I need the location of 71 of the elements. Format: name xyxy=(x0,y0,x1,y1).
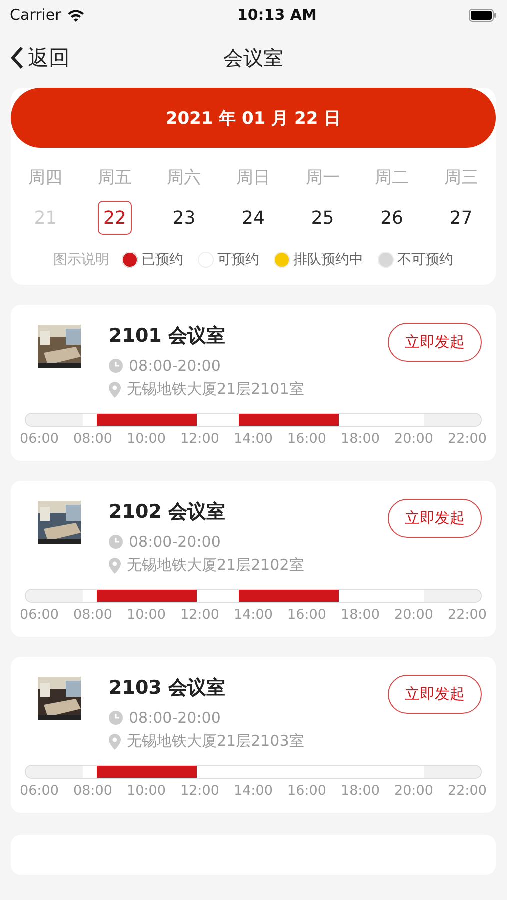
start-meeting-button[interactable]: 立即发起 xyxy=(388,323,482,362)
legend-label: 不可预约 xyxy=(398,251,454,269)
time-tick: 12:00 xyxy=(180,607,220,623)
legend-label: 可预约 xyxy=(218,251,260,269)
room-name: 2102 会议室 xyxy=(109,500,226,525)
legend-title: 图示说明 xyxy=(54,251,110,269)
room-hours: 08:00-20:00 xyxy=(129,357,221,375)
time-tick: 22:00 xyxy=(448,783,487,799)
battery-icon xyxy=(468,8,497,22)
time-tick: 06:00 xyxy=(20,431,59,447)
start-meeting-button[interactable]: 立即发起 xyxy=(388,675,482,714)
start-meeting-button[interactable]: 立即发起 xyxy=(388,499,482,538)
room-name: 2101 会议室 xyxy=(109,324,226,349)
weekday-label: 周五 xyxy=(98,167,132,189)
day-button[interactable]: 22 xyxy=(98,201,132,235)
clock-icon xyxy=(109,711,123,725)
time-tick: 14:00 xyxy=(234,431,273,447)
location-pin-icon xyxy=(109,734,121,750)
time-tick: 08:00 xyxy=(74,431,112,447)
room-location: 无锡地铁大厦21层2102室 xyxy=(127,556,304,575)
location-pin-icon xyxy=(109,558,121,574)
time-tick: 10:00 xyxy=(127,783,166,799)
day-button[interactable]: 25 xyxy=(306,201,340,235)
time-tick: 12:00 xyxy=(180,431,220,447)
day-button[interactable]: 23 xyxy=(167,201,202,235)
weekday-label: 周二 xyxy=(375,167,410,189)
weekday-label: 周四 xyxy=(28,167,63,189)
room-hours: 08:00-20:00 xyxy=(129,533,221,551)
time-tick: 16:00 xyxy=(288,431,326,447)
weekday-label: 周三 xyxy=(444,167,478,189)
time-tick: 14:00 xyxy=(234,783,273,799)
time-tick: 16:00 xyxy=(288,607,326,623)
day-button[interactable]: 26 xyxy=(375,201,410,235)
weekday-label: 周日 xyxy=(236,167,270,189)
time-tick: 20:00 xyxy=(394,783,434,799)
time-tick: 16:00 xyxy=(288,783,326,799)
location-pin-icon xyxy=(109,382,121,398)
time-tick: 18:00 xyxy=(341,607,380,623)
time-tick: 08:00 xyxy=(74,783,112,799)
time-tick: 12:00 xyxy=(180,783,220,799)
weekday-label: 周六 xyxy=(167,167,202,189)
room-location: 无锡地铁大厦21层2103室 xyxy=(127,732,304,751)
weekday-label: 周一 xyxy=(306,167,340,189)
time-tick: 20:00 xyxy=(394,607,434,623)
day-button[interactable]: 27 xyxy=(444,201,478,235)
room-hours: 08:00-20:00 xyxy=(129,709,221,727)
back-button[interactable]: 返回 xyxy=(10,44,70,72)
carrier-text: Carrier xyxy=(10,6,62,24)
room-location: 无锡地铁大厦21层2101室 xyxy=(127,380,304,399)
time-tick: 10:00 xyxy=(127,607,166,623)
page-title: 会议室 xyxy=(224,44,284,72)
clock-text: 10:13 AM xyxy=(237,6,317,24)
back-icon xyxy=(10,46,24,70)
time-tick: 14:00 xyxy=(234,607,273,623)
clock-icon xyxy=(109,535,123,549)
date-button[interactable]: 2021 年 01 月 22 日 xyxy=(11,88,496,148)
room-name: 2103 会议室 xyxy=(109,676,226,701)
time-tick: 20:00 xyxy=(394,431,434,447)
time-tick: 08:00 xyxy=(74,607,112,623)
time-tick: 22:00 xyxy=(448,607,487,623)
time-tick: 22:00 xyxy=(448,431,487,447)
day-button[interactable]: 24 xyxy=(236,201,270,235)
time-tick: 18:00 xyxy=(341,783,380,799)
time-tick: 18:00 xyxy=(341,431,380,447)
time-tick: 06:00 xyxy=(20,607,59,623)
time-tick: 10:00 xyxy=(127,431,166,447)
clock-icon xyxy=(109,359,123,373)
legend-label: 已预约 xyxy=(142,251,184,269)
time-tick: 06:00 xyxy=(20,783,59,799)
legend-label: 排队预约中 xyxy=(294,251,364,269)
wifi-icon xyxy=(67,8,86,22)
